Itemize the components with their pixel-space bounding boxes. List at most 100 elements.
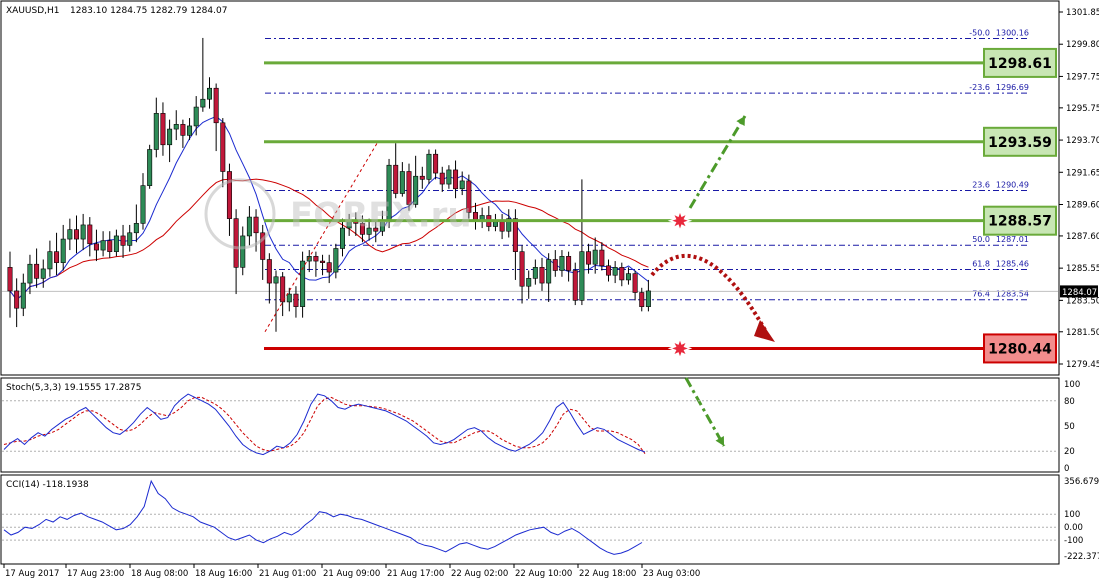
- bear-candle: [226, 171, 232, 219]
- price-axis-label: 1295.75: [1066, 104, 1099, 114]
- bull-candle: [459, 180, 465, 190]
- bull-candle: [399, 171, 405, 194]
- bear-candle: [160, 113, 166, 146]
- fib-level-ratio: -23.6: [969, 83, 990, 92]
- bear-candle: [572, 270, 578, 301]
- bear-candle: [512, 218, 518, 252]
- bull-candle: [579, 251, 585, 301]
- bull-candle: [246, 216, 252, 237]
- time-axis-label: 22 Aug 10:00: [515, 569, 572, 579]
- bear-candle: [180, 124, 186, 136]
- bear-candle: [107, 240, 113, 252]
- stoch-title: Stoch(5,3,3) 19.1555 17.2875: [6, 383, 141, 393]
- bull-candle: [492, 221, 498, 227]
- stoch-axis-label: 80: [1064, 397, 1075, 407]
- price-axis-label: 1289.60: [1066, 201, 1099, 211]
- fib-level-price: 1290.49: [996, 181, 1029, 190]
- bear-candle: [632, 273, 638, 293]
- bear-candle: [605, 265, 611, 276]
- fib-level-price: 1296.69: [996, 83, 1029, 92]
- stoch-axis-label: 0: [1064, 464, 1069, 474]
- price-axis-label: 1291.65: [1066, 168, 1099, 178]
- cci-axis-label: -100: [1064, 536, 1083, 546]
- time-axis-label: 21 Aug 09:00: [323, 569, 380, 579]
- stoch-axis-label: 100: [1064, 380, 1080, 390]
- bear-candle: [586, 251, 592, 265]
- fib-level-ratio: 61.8: [972, 260, 990, 269]
- time-axis-label: 17 Aug 23:00: [67, 569, 124, 579]
- bear-candle: [639, 292, 645, 307]
- bear-candle: [266, 259, 272, 284]
- price-axis-label: 1297.75: [1066, 72, 1099, 82]
- bull-candle: [546, 259, 552, 284]
- stoch-axis-label: 50: [1064, 422, 1075, 432]
- bear-candle: [253, 216, 259, 234]
- bear-candle: [14, 290, 20, 309]
- bull-candle: [67, 229, 73, 240]
- fib-level-ratio: 50.0: [972, 235, 990, 244]
- bull-candle: [187, 125, 193, 136]
- bull-candle: [127, 232, 133, 246]
- bull-candle: [333, 248, 339, 273]
- bull-candle: [207, 87, 213, 100]
- bear-candle: [34, 263, 40, 279]
- bull-candle: [153, 113, 159, 150]
- bear-candle: [472, 212, 478, 221]
- bull-candle: [273, 276, 279, 284]
- fib-level-ratio: -50.0: [969, 29, 990, 38]
- bear-candle: [539, 267, 545, 284]
- bear-candle: [499, 221, 505, 232]
- bull-candle: [27, 263, 33, 284]
- bull-candle: [193, 106, 199, 127]
- cci-axis-label: 100: [1064, 510, 1080, 520]
- chart-window: 1301.85 1299.80 1297.75 1295.75 1293.70 1291.…: [0, 0, 1099, 586]
- bear-candle: [326, 262, 332, 273]
- bear-candle: [93, 243, 99, 251]
- bull-candle: [40, 268, 46, 279]
- bear-candle: [433, 153, 439, 174]
- bull-candle: [426, 153, 432, 180]
- bull-candle: [532, 267, 538, 279]
- bear-candle: [313, 256, 319, 262]
- price-axis-label: 1281.50: [1066, 328, 1099, 338]
- time-axis-label: 17 Aug 2017: [5, 569, 59, 579]
- bull-candle: [286, 293, 292, 303]
- cci-title: CCI(14) -118.1938: [6, 480, 89, 490]
- bear-candle: [233, 218, 239, 268]
- bear-candle: [453, 169, 459, 190]
- fib-level-price: 1287.01: [996, 235, 1029, 244]
- time-axis-label: 23 Aug 03:00: [643, 569, 700, 579]
- bull-candle: [47, 251, 53, 270]
- bear-candle: [552, 259, 558, 271]
- time-axis-label: 18 Aug 08:00: [131, 569, 188, 579]
- bull-candle: [147, 149, 153, 186]
- bull-candle: [645, 290, 651, 307]
- bear-candle: [54, 251, 60, 263]
- bull-candle: [20, 282, 26, 309]
- bull-candle: [200, 98, 206, 108]
- price-axis-label: 1293.70: [1066, 136, 1099, 146]
- price-axis-label: 1299.80: [1066, 40, 1099, 50]
- bull-candle: [559, 256, 565, 271]
- level-price-label: 1280.44: [988, 341, 1052, 357]
- bull-candle: [100, 240, 106, 251]
- time-axis-label: 21 Aug 01:00: [259, 569, 316, 579]
- breakout-burst-icon: [667, 208, 693, 233]
- level-price-label: 1298.61: [988, 56, 1052, 72]
- level-price-label: 1288.57: [988, 214, 1052, 230]
- bear-candle: [87, 224, 93, 245]
- watermark-logo: FOREX.ru: [290, 196, 472, 236]
- bear-candle: [419, 175, 425, 180]
- fib-level-price: 1285.46: [996, 260, 1029, 269]
- bull-candle: [133, 223, 139, 234]
- level-price-label: 1293.59: [988, 135, 1052, 151]
- bull-candle: [446, 169, 452, 185]
- bull-candle: [592, 249, 598, 265]
- breakdown-burst-icon: [667, 336, 693, 361]
- bear-candle: [7, 267, 13, 292]
- bear-candle: [439, 172, 445, 185]
- bull-candle: [240, 235, 246, 268]
- price-axis-label: 1287.60: [1066, 232, 1099, 242]
- bear-candle: [566, 256, 572, 271]
- bear-candle: [599, 249, 605, 267]
